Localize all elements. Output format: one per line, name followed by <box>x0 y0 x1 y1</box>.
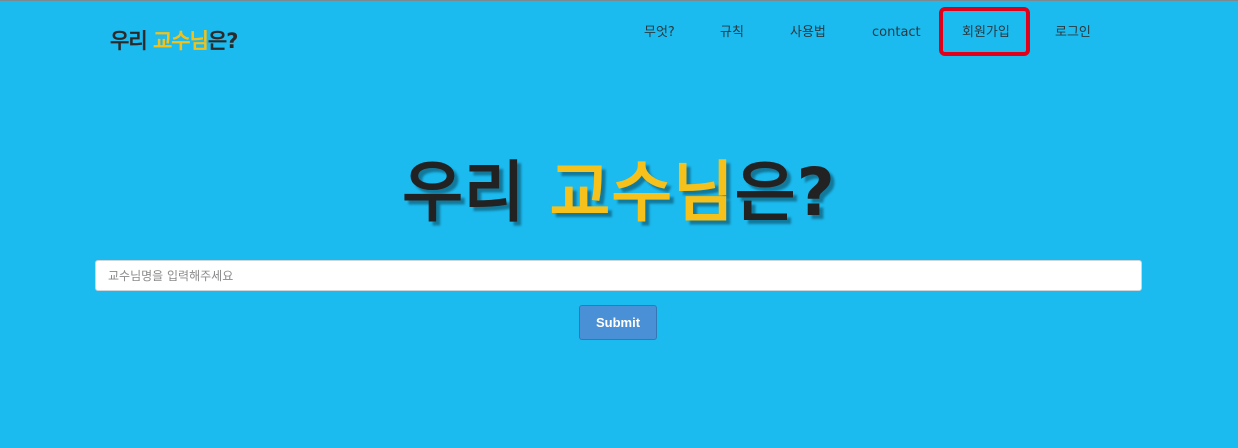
hero-title-accent: 교수님 <box>549 154 735 231</box>
hero-title-part2: 은? <box>734 154 836 231</box>
logo-text-accent: 교수님 <box>152 29 209 53</box>
logo-text-part1: 우리 <box>110 29 153 53</box>
logo-text-part2: 은? <box>207 29 238 53</box>
nav-item-rules[interactable]: 규칙 <box>720 25 744 41</box>
nav-item-login[interactable]: 로그인 <box>1055 25 1091 41</box>
signup-highlight-box <box>939 7 1030 56</box>
site-logo[interactable]: 우리 교수님은? <box>110 25 238 55</box>
hero-title: 우리 교수님은? <box>0 153 1238 233</box>
nav-item-what[interactable]: 무엇? <box>644 25 675 41</box>
professor-search-input[interactable] <box>95 260 1142 291</box>
submit-button[interactable]: Submit <box>579 305 657 340</box>
nav-item-usage[interactable]: 사용법 <box>790 25 826 41</box>
hero-title-part1: 우리 <box>402 154 550 231</box>
nav-item-contact[interactable]: contact <box>872 25 921 41</box>
